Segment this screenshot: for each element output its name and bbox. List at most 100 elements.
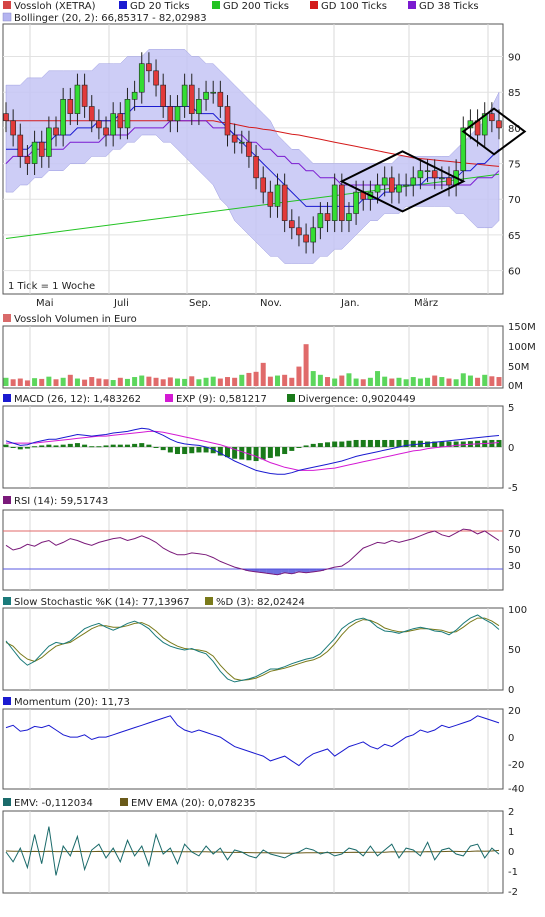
volume-bar bbox=[267, 376, 273, 386]
volume-bar bbox=[310, 371, 316, 386]
macd-legend: MACD (26, 12): 1,483262 EXP (9): 0,58121… bbox=[3, 394, 416, 405]
legend-swatch-stoch-k bbox=[3, 597, 11, 605]
price-y-tick: 65 bbox=[508, 231, 521, 242]
volume-bar bbox=[217, 378, 223, 386]
divergence-bar bbox=[24, 447, 30, 449]
candle bbox=[60, 99, 66, 136]
emv-y-tick: 0 bbox=[508, 847, 514, 858]
emv-y-tick: -2 bbox=[508, 887, 518, 898]
divergence-bar bbox=[39, 445, 45, 447]
candle bbox=[288, 220, 295, 229]
divergence-bar bbox=[389, 439, 395, 447]
stoch-y-tick: 50 bbox=[508, 645, 521, 656]
candle bbox=[389, 177, 395, 193]
divergence-bar bbox=[439, 441, 445, 447]
volume-bar bbox=[89, 377, 95, 386]
volume-bar bbox=[253, 371, 259, 386]
volume-bar bbox=[39, 378, 45, 386]
emv-y-tick: 1 bbox=[508, 827, 514, 838]
legend-swatch-bollinger bbox=[2, 12, 12, 22]
main-legend: Vossloh (XETRA) GD 20 Ticks GD 200 Ticks… bbox=[2, 1, 479, 24]
stoch-y-tick: 0 bbox=[508, 685, 514, 696]
divergence-bar bbox=[3, 444, 9, 447]
volume-bar bbox=[224, 377, 230, 386]
candle bbox=[446, 177, 452, 186]
rsi-y-tick: 70 bbox=[508, 529, 521, 540]
divergence-bar bbox=[317, 443, 323, 447]
legend-label-gd100: GD 100 Ticks bbox=[321, 1, 387, 12]
emv-y-tick: -1 bbox=[508, 867, 518, 878]
legend-swatch-gd20 bbox=[119, 1, 127, 9]
emv-y-ticks: 2 1 0 -1 -2 bbox=[508, 807, 518, 898]
divergence-bar bbox=[282, 447, 288, 455]
divergence-bar bbox=[96, 446, 102, 448]
legend-label-gd200: GD 200 Ticks bbox=[223, 1, 289, 12]
volume-y-ticks: 150M 100M 50M 0M bbox=[508, 322, 536, 392]
divergence-bar bbox=[89, 446, 95, 448]
divergence-bar bbox=[303, 445, 309, 447]
candle bbox=[353, 191, 359, 214]
volume-bar bbox=[174, 378, 180, 386]
candle bbox=[253, 156, 259, 179]
momentum-legend: Momentum (20): 11,73 bbox=[3, 697, 130, 708]
candle bbox=[238, 141, 245, 144]
candle bbox=[317, 213, 324, 229]
stoch-legend: Slow Stochastic %K (14): 77,13967 %D (3)… bbox=[3, 597, 305, 608]
candle bbox=[231, 134, 238, 143]
month-label: Nov. bbox=[260, 298, 282, 309]
divergence-bar bbox=[124, 444, 130, 447]
candle bbox=[417, 170, 424, 179]
candle bbox=[174, 106, 181, 122]
macd-line bbox=[5, 427, 500, 475]
candle bbox=[331, 184, 338, 221]
candle bbox=[138, 63, 145, 93]
legend-label-bollinger: Bollinger (20, 2): 66,85317 - 82,02983 bbox=[14, 13, 207, 24]
divergence-bar bbox=[103, 445, 109, 447]
macd-y-tick: -5 bbox=[508, 483, 518, 494]
momentum-panel-frame bbox=[2, 708, 504, 790]
volume-bar bbox=[124, 378, 130, 386]
candle bbox=[188, 84, 195, 114]
candle bbox=[31, 141, 38, 164]
volume-bar bbox=[353, 378, 359, 386]
volume-bar bbox=[189, 376, 195, 386]
macd-y-tick: 0 bbox=[508, 443, 514, 454]
volume-bar bbox=[346, 373, 352, 386]
candle bbox=[160, 84, 166, 107]
price-y-tick: 75 bbox=[508, 160, 521, 171]
divergence-bar bbox=[117, 444, 123, 447]
volume-bar bbox=[3, 377, 9, 386]
macd-y-tick: 5 bbox=[508, 403, 514, 414]
divergence-bar bbox=[360, 439, 366, 447]
legend-label-gd38: GD 38 Ticks bbox=[419, 1, 479, 12]
candle bbox=[146, 63, 152, 72]
candle bbox=[46, 127, 52, 157]
divergence-bar bbox=[496, 439, 502, 447]
candle bbox=[38, 141, 45, 157]
exp-line bbox=[6, 430, 500, 471]
volume-bar bbox=[396, 377, 402, 386]
volume-y-tick: 0M bbox=[508, 381, 523, 392]
candle bbox=[410, 177, 417, 186]
candle bbox=[310, 227, 317, 243]
candle bbox=[124, 99, 131, 129]
stoch-k-line bbox=[5, 614, 500, 683]
volume-bar bbox=[53, 379, 59, 386]
emv-legend: EMV: -0,112034 EMV EMA (20): 0,078235 bbox=[3, 798, 256, 809]
macd-y-ticks: 5 0 -5 bbox=[508, 403, 518, 494]
candle bbox=[274, 184, 281, 207]
rsi-panel-frame bbox=[2, 509, 504, 591]
volume-bar bbox=[146, 376, 152, 386]
divergence-bar bbox=[10, 447, 16, 448]
legend-swatch-volume bbox=[3, 314, 11, 322]
candle bbox=[296, 227, 302, 236]
legend-label-emv-ema: EMV EMA (20): 0,078235 bbox=[131, 798, 256, 809]
volume-bar bbox=[339, 375, 345, 386]
divergence-bar bbox=[82, 444, 88, 447]
candle bbox=[217, 91, 224, 107]
plot-layer: 60 65 70 75 80 85 90 bbox=[3, 24, 527, 893]
volume-bar bbox=[332, 378, 338, 386]
legend-label-stoch-k: Slow Stochastic %K (14): 77,13967 bbox=[14, 597, 190, 608]
candle bbox=[181, 84, 188, 107]
emv-y-tick: 2 bbox=[508, 807, 514, 818]
